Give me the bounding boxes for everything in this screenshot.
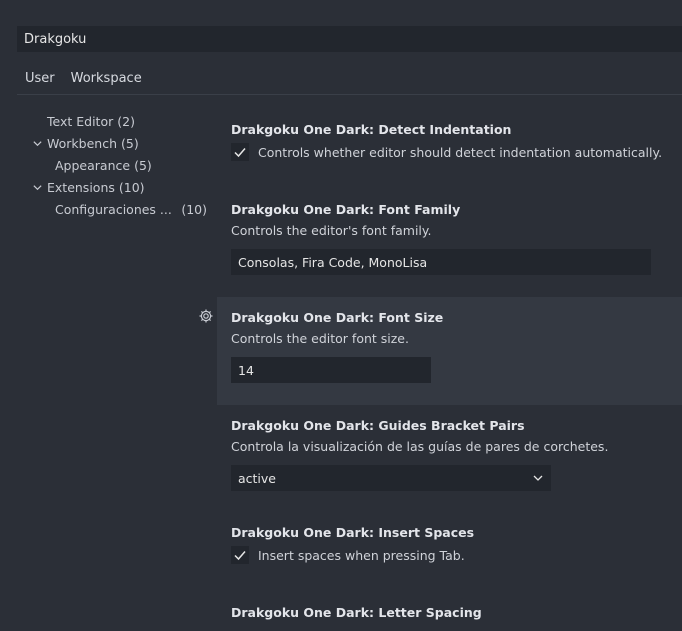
setting-description: Controls the editor's font family. — [231, 223, 432, 238]
setting-description: Controls the editor font size. — [231, 331, 409, 346]
setting-title: Drakgoku One Dark: Detect Indentation — [231, 122, 512, 137]
toc-item-label: Configuraciones ... — [55, 201, 172, 217]
setting-font-family: Drakgoku One Dark: Font Family Controls … — [217, 202, 682, 275]
toc-item-label: Appearance — [55, 157, 131, 173]
toc-item-configuraciones[interactable]: Configuraciones ... (10) — [55, 198, 207, 220]
font-family-value: Consolas, Fira Code, MonoLisa — [238, 254, 428, 270]
gear-icon[interactable] — [198, 308, 214, 324]
toc-item-label: Text Editor — [47, 113, 114, 129]
chevron-down-icon — [31, 137, 43, 149]
chevron-down-icon — [533, 475, 543, 481]
setting-description: Controla la visualización de las guías d… — [231, 439, 609, 454]
setting-font-size: Drakgoku One Dark: Font Size Controls th… — [217, 297, 682, 405]
toc-item-count: (10) — [118, 179, 145, 195]
setting-checkbox-label: Controls whether editor should detect in… — [258, 144, 663, 160]
tab-workspace[interactable]: Workspace — [63, 66, 150, 95]
setting-title: Drakgoku One Dark: Font Family — [231, 202, 461, 217]
toc-item-count: (2) — [117, 113, 135, 129]
guides-bracket-pairs-select[interactable]: active — [231, 465, 551, 491]
check-icon — [234, 551, 246, 561]
insert-spaces-checkbox[interactable] — [231, 546, 249, 564]
tab-user[interactable]: User — [17, 66, 63, 95]
setting-guides-bracket-pairs: Drakgoku One Dark: Guides Bracket Pairs … — [217, 418, 682, 491]
toc-item-count: (5) — [121, 135, 139, 151]
toc-item-count: (5) — [134, 157, 152, 173]
font-size-input[interactable]: 14 — [231, 357, 431, 383]
search-settings-input[interactable]: Drakgoku — [17, 26, 682, 52]
detect-indentation-checkbox[interactable] — [231, 143, 249, 161]
search-settings-value: Drakgoku — [24, 31, 87, 47]
guides-bracket-pairs-value: active — [238, 470, 276, 486]
check-icon — [234, 148, 246, 158]
font-family-input[interactable]: Consolas, Fira Code, MonoLisa — [231, 249, 651, 275]
setting-title: Drakgoku One Dark: Letter Spacing — [231, 605, 482, 620]
toc-item-appearance[interactable]: Appearance (5) — [55, 154, 152, 176]
chevron-down-icon — [31, 181, 43, 193]
setting-detect-indentation: Drakgoku One Dark: Detect Indentation Co… — [217, 122, 682, 161]
toc-item-workbench[interactable]: Workbench (5) — [31, 132, 139, 154]
toc-item-label: Workbench — [47, 135, 117, 151]
toc-item-label: Extensions — [47, 179, 115, 195]
toc-item-extensions[interactable]: Extensions (10) — [31, 176, 145, 198]
setting-title: Drakgoku One Dark: Insert Spaces — [231, 525, 475, 540]
setting-title: Drakgoku One Dark: Guides Bracket Pairs — [231, 418, 525, 433]
setting-title: Drakgoku One Dark: Font Size — [231, 310, 444, 325]
font-size-value: 14 — [238, 362, 254, 378]
tabs-divider — [17, 94, 682, 95]
toc-item-count: (10) — [181, 201, 207, 217]
setting-letter-spacing: Drakgoku One Dark: Letter Spacing — [217, 605, 682, 620]
setting-checkbox-label: Insert spaces when pressing Tab. — [258, 547, 465, 563]
settings-scope-tabs: User Workspace — [17, 66, 150, 95]
setting-insert-spaces: Drakgoku One Dark: Insert Spaces Insert … — [217, 525, 682, 564]
toc-item-text-editor[interactable]: Text Editor (2) — [47, 110, 135, 132]
